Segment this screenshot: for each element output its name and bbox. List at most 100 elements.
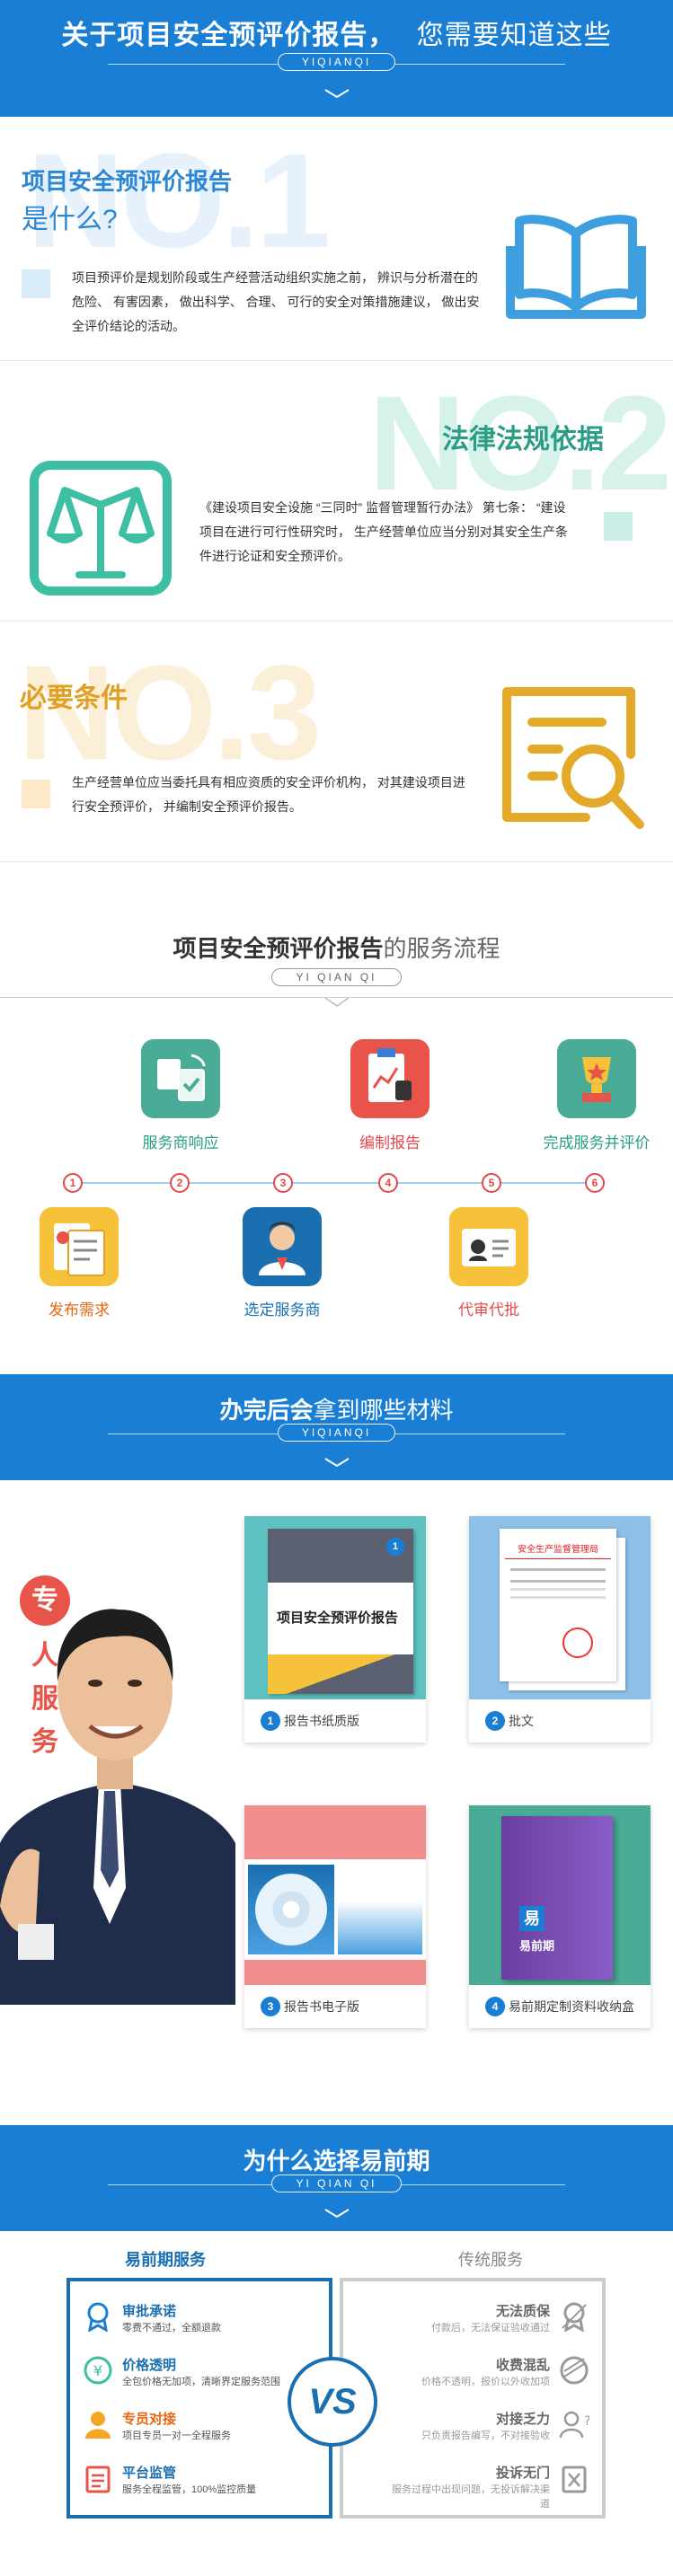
flow-subtitle: YI QIAN QI <box>271 968 402 986</box>
card-number: 2 <box>485 1711 505 1731</box>
advantage-title: 平台监管 <box>122 2466 177 2481</box>
advantage-item: 平台监管 服务全程监管，100%监控质量 <box>83 2463 256 2496</box>
header-title-left: 关于项目安全预评价报告， <box>61 21 396 50</box>
disadvantage-item: 无法质保付款后，无法保证验收通过 <box>386 2301 589 2334</box>
chevron-down-icon <box>323 1458 350 1468</box>
cd-case <box>244 1859 426 1960</box>
confused-price-icon <box>560 2356 589 2385</box>
header-title: 关于项目安全预评价报告， 您需要知道这些 <box>0 13 673 52</box>
step-number: 3 <box>273 1173 293 1193</box>
report-book: 1 项目安全预评价报告 <box>268 1529 413 1694</box>
material-card-electronic-report: 3 报告书电子版 <box>244 1805 426 2028</box>
chevron-down-icon <box>323 89 350 99</box>
disc-icon <box>255 1874 327 1945</box>
header-subtitle: YIQIANQI <box>277 53 396 71</box>
vs-badge: VS <box>288 2357 377 2447</box>
disadvantage-desc: 只负责报告编写，不对接验收 <box>421 2430 550 2441</box>
step-number: 5 <box>482 1173 501 1193</box>
disadvantage-title: 收费混乱 <box>495 2358 550 2373</box>
card-caption: 3 报告书电子版 <box>244 1985 426 2028</box>
advantage-desc: 项目专员一对一全程服务 <box>122 2430 231 2441</box>
dedicated-service-badge: 专 人 服 务 <box>20 1575 70 1759</box>
box-brand-logo: 易 <box>519 1906 545 1931</box>
section-legal-basis: NO.2 法律法规依据 《建设项目安全设施 “三同时” 监督管理暂行办法》 第七… <box>0 361 673 622</box>
advantage-item: 专员对接项目专员一对一全程服务 <box>83 2409 231 2442</box>
card-label: 易前期定制资料收纳盒 <box>509 1999 634 2014</box>
approval-document: 安全生产监督管理局 <box>500 1529 616 1681</box>
materials-subtitle: YIQIANQI <box>277 1424 396 1442</box>
header-banner: 关于项目安全预评价报告， 您需要知道这些 YIQIANQI <box>0 0 673 117</box>
section-title: 法律法规依据 <box>442 425 604 454</box>
disadvantage-desc: 价格不透明，报价以外收加项 <box>421 2377 550 2387</box>
chevron-down-icon <box>324 997 349 1007</box>
disadvantage-item: 收费混乱价格不透明，报价以外收加项 <box>386 2355 589 2388</box>
section-what-is: NO.1 项目安全预评价报告 是什么? 项目预评价是规划阶段或生产经营活动组织实… <box>0 117 673 361</box>
flow-step-label: 选定服务商 <box>244 1301 321 1319</box>
card-caption: 2 批文 <box>469 1699 651 1742</box>
card-caption: 4 易前期定制资料收纳盒 <box>469 1985 651 2028</box>
publish-demand-icon <box>40 1207 119 1286</box>
document-title: 安全生产监督管理局 <box>505 1541 611 1559</box>
badge-char: 专 <box>20 1575 70 1626</box>
card-caption: 1 报告书纸质版 <box>244 1699 426 1742</box>
flow-step-label: 服务商响应 <box>142 1134 219 1151</box>
storage-box: 易 易前期 <box>501 1816 613 1980</box>
no-complaint-icon <box>562 2466 587 2493</box>
award-icon <box>87 2302 109 2332</box>
step-number: 2 <box>170 1173 190 1193</box>
step-number: 4 <box>378 1173 398 1193</box>
advantage-desc: 全包价格无加项，清晰界定服务范围 <box>122 2377 280 2387</box>
traditional-service-heading: 传统服务 <box>458 2251 523 2269</box>
decorative-square <box>604 512 633 541</box>
card-image: 1 项目安全预评价报告 <box>244 1516 426 1699</box>
disadvantage-title: 对接乏力 <box>495 2412 550 2427</box>
flow-step-label: 编制报告 <box>359 1134 421 1151</box>
disadvantage-title: 投诉无门 <box>495 2466 550 2481</box>
advantage-title: 价格透明 <box>122 2358 177 2373</box>
timeline-line <box>79 1182 600 1184</box>
document-search-icon <box>502 687 644 829</box>
materials-banner: 办完后会拿到哪些材料 YIQIANQI <box>0 1374 673 1480</box>
why-banner: 为什么选择易前期 YI QIAN QI <box>0 2125 673 2231</box>
svg-text:¥: ¥ <box>93 2362 102 2379</box>
advantage-title: 专员对接 <box>122 2412 177 2427</box>
decorative-square <box>22 269 50 298</box>
book-icon <box>506 215 646 319</box>
flow-title: 项目安全预评价报告的服务流程 <box>0 931 673 964</box>
section-title-line2: 是什么? <box>22 205 118 234</box>
section-title: 必要条件 <box>20 684 128 713</box>
complete-evaluate-icon <box>557 1039 636 1118</box>
chevron-down-icon <box>323 2209 350 2219</box>
card-number: 3 <box>261 1997 280 2016</box>
card-label: 批文 <box>509 1714 534 1728</box>
disadvantage-item: 对接乏力只负责报告编写，不对接验收 ? <box>386 2409 589 2442</box>
compile-report-icon <box>350 1039 429 1118</box>
agent-icon <box>85 2412 111 2439</box>
badge-char: 务 <box>31 1727 58 1757</box>
price-tag-icon: ¥ <box>84 2356 112 2385</box>
disadvantage-title: 无法质保 <box>495 2304 550 2319</box>
header-title-right: 您需要知道这些 <box>416 21 612 50</box>
material-card-paper-report: 1 项目安全预评价报告 1 报告书纸质版 <box>244 1516 426 1742</box>
materials-title-left: 办完后会 <box>219 1397 314 1424</box>
scales-icon <box>30 461 172 595</box>
stamp-seal <box>562 1628 593 1658</box>
agent-approval-icon <box>449 1207 528 1286</box>
card-image <box>244 1805 426 1985</box>
weak-agent-icon: ? <box>559 2411 589 2439</box>
book-title: 项目安全预评价报告 <box>277 1610 399 1626</box>
flow-step-label: 代审代批 <box>458 1301 519 1319</box>
card-label: 报告书纸质版 <box>284 1714 359 1728</box>
advantage-desc: 零费不通过，全额退款 <box>122 2323 221 2333</box>
card-image: 易 易前期 <box>469 1805 651 1985</box>
section-title: 项目安全预评价报告 是什么? <box>22 163 232 236</box>
materials-section: 专 人 服 务 1 项目安全预评价报告 1 报告书纸质版 安全生产监督管理局 2… <box>0 1480 673 2109</box>
disadvantage-desc: 付款后，无法保证验收通过 <box>431 2323 550 2333</box>
card-label: 报告书电子版 <box>284 1999 359 2014</box>
flow-title-suffix: 的服务流程 <box>383 935 500 962</box>
advantage-item: 审批承诺 零费不通过，全额退款 <box>83 2301 221 2334</box>
svg-text:?: ? <box>584 2414 589 2429</box>
card-number: 1 <box>261 1711 280 1731</box>
flow-step-label: 发布需求 <box>49 1301 110 1319</box>
badge-char: 服 <box>31 1684 58 1714</box>
